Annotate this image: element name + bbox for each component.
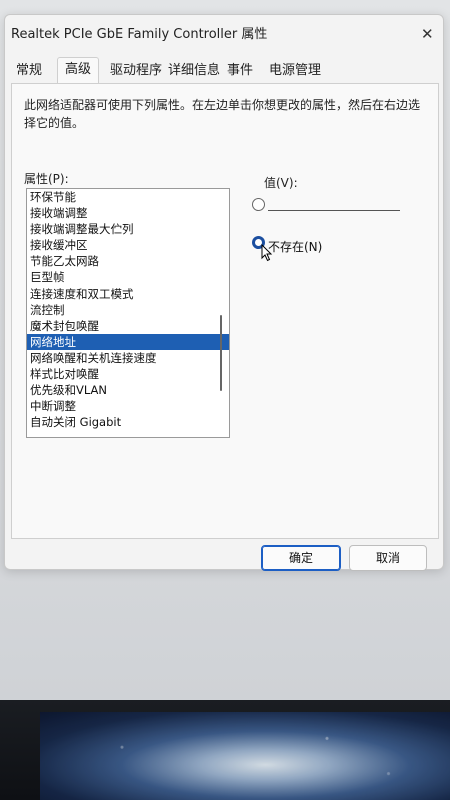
properties-dialog: Realtek PCIe GbE Family Controller 属性 ✕ … — [4, 14, 444, 571]
advanced-panel: 此网络适配器可使用下列属性。在左边单击你想更改的属性，然后在右边选择它的值。 属… — [11, 83, 439, 539]
list-item[interactable]: 流控制 — [27, 302, 229, 318]
list-item[interactable]: 接收端调整最大伫列 — [27, 221, 229, 237]
list-item[interactable]: 节能乙太网路 — [27, 253, 229, 269]
close-icon[interactable]: ✕ — [421, 27, 434, 42]
tab-details[interactable]: 详细信息 — [167, 59, 221, 83]
value-label: 值(V): — [264, 176, 298, 190]
desktop-wallpaper — [40, 712, 450, 800]
tab-general[interactable]: 常规 — [13, 59, 45, 83]
tab-power-management[interactable]: 电源管理 — [267, 59, 323, 83]
property-listbox[interactable]: 环保节能 接收端调整 接收端调整最大伫列 接收缓冲区 节能乙太网路 巨型帧 连接… — [26, 188, 230, 438]
list-item[interactable]: 连接速度和双工模式 — [27, 286, 229, 302]
list-item[interactable]: 接收缓冲区 — [27, 237, 229, 253]
not-present-label[interactable]: 不存在(N) — [268, 238, 322, 255]
value-input[interactable] — [268, 190, 400, 211]
list-item[interactable]: 接收端调整 — [27, 205, 229, 221]
tab-events[interactable]: 事件 — [225, 59, 255, 83]
list-item[interactable]: 网络唤醒和关机连接速度 — [27, 350, 229, 366]
list-item-selected[interactable]: 网络地址 — [27, 333, 229, 350]
list-item[interactable]: 巨型帧 — [27, 269, 229, 285]
list-scrollbar-thumb[interactable] — [220, 315, 222, 391]
list-item[interactable]: 自动关闭 Gigabit — [27, 414, 229, 430]
list-item[interactable]: 环保节能 — [27, 189, 229, 205]
tab-driver[interactable]: 驱动程序 — [109, 59, 163, 83]
window-title: Realtek PCIe GbE Family Controller 属性 — [11, 27, 268, 42]
description-text: 此网络适配器可使用下列属性。在左边单击你想更改的属性，然后在右边选择它的值。 — [24, 98, 421, 130]
mouse-cursor-icon — [261, 244, 273, 262]
list-item[interactable]: 中断调整 — [27, 398, 229, 414]
property-label: 属性(P): — [24, 172, 69, 186]
cancel-button[interactable]: 取消 — [349, 545, 427, 571]
tab-bar: 常规 高级 驱动程序 详细信息 事件 电源管理 — [9, 57, 439, 84]
ok-button[interactable]: 确定 — [261, 545, 341, 571]
list-item[interactable]: 样式比对唤醒 — [27, 366, 229, 382]
value-radio[interactable] — [252, 198, 265, 211]
list-item[interactable]: 魔术封包唤醒 — [27, 318, 229, 334]
list-item[interactable]: 优先级和VLAN — [27, 382, 229, 398]
tab-advanced[interactable]: 高级 — [57, 57, 99, 84]
